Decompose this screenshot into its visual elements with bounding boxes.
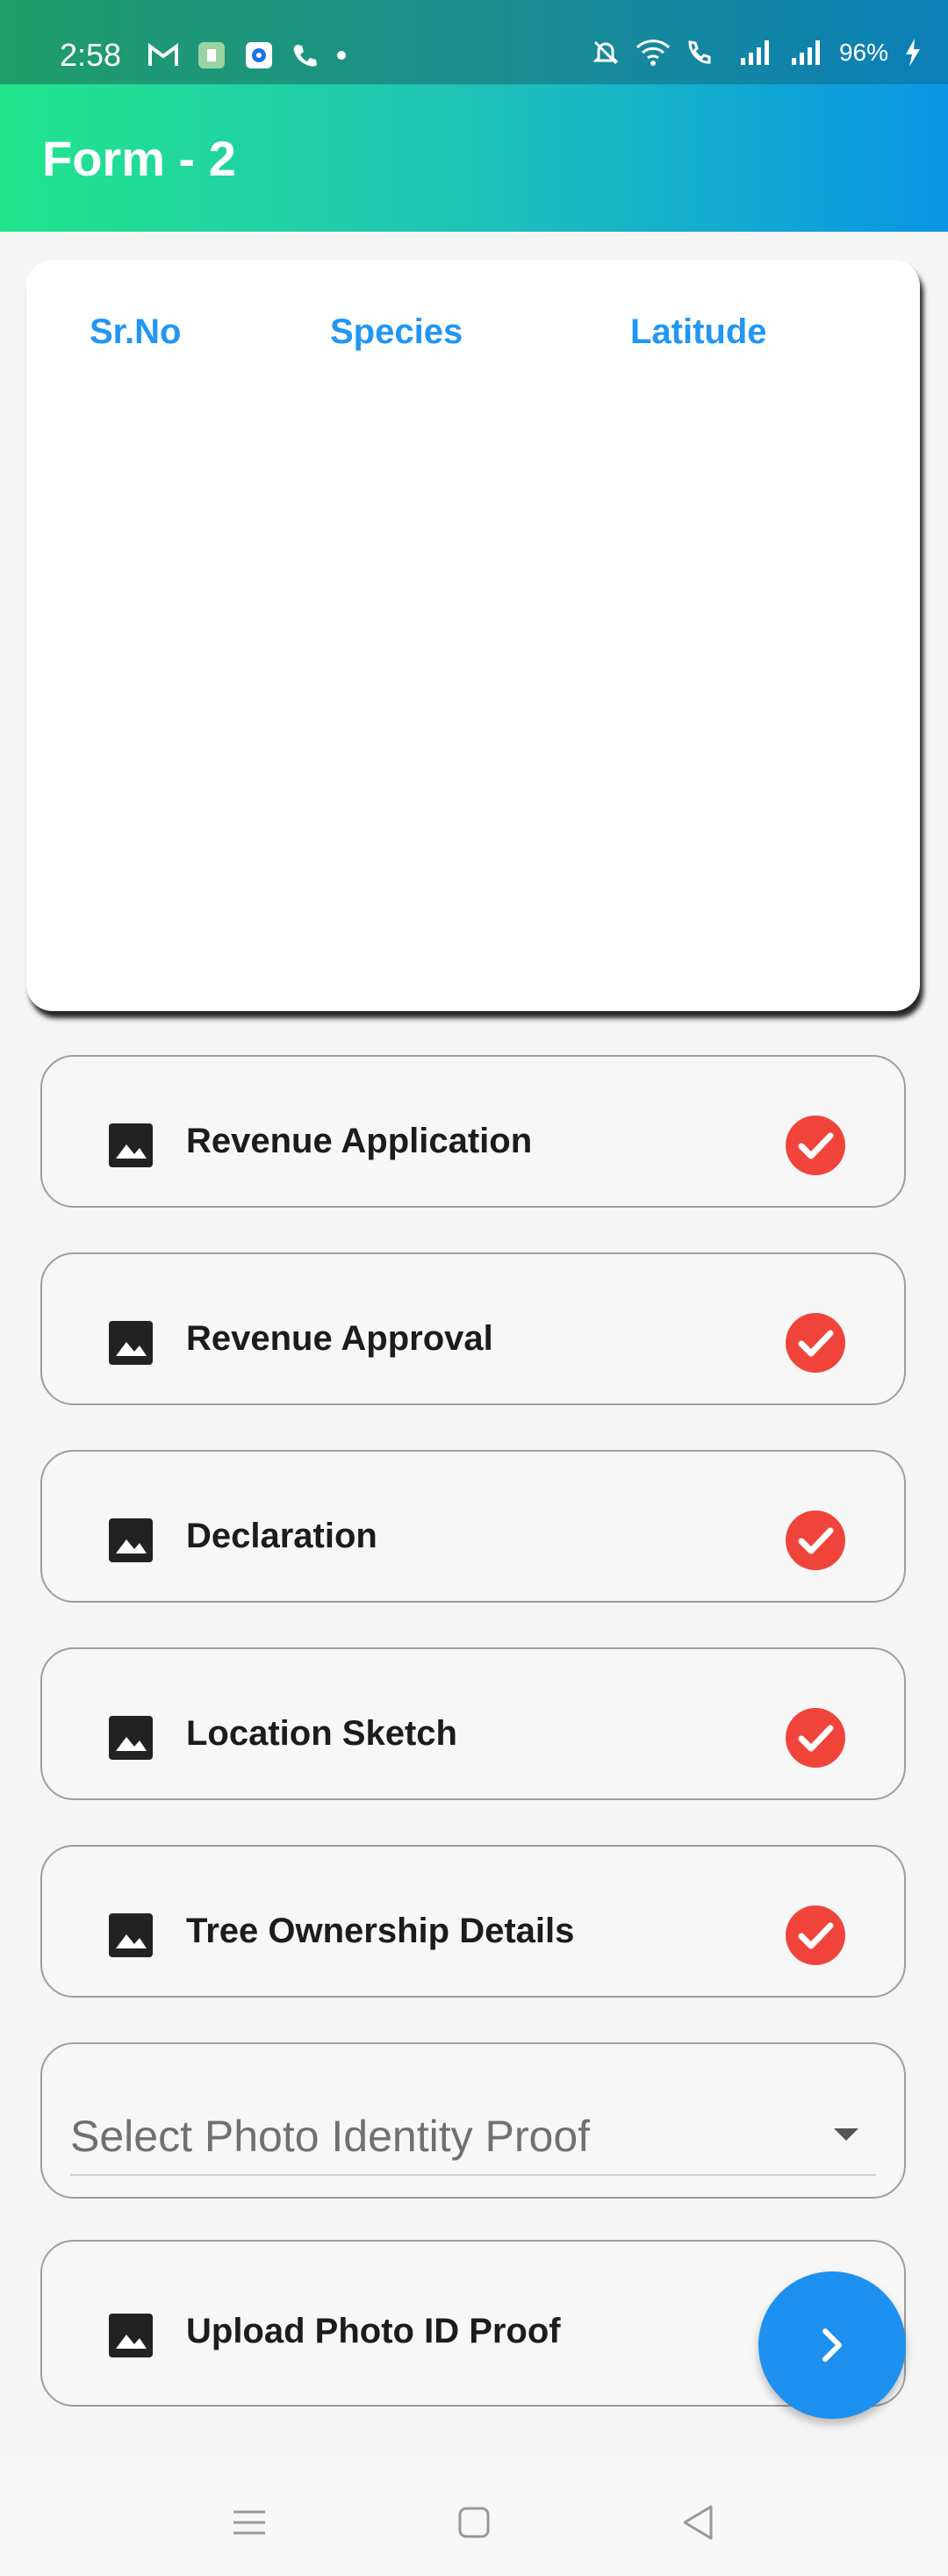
column-header-sr-no: Sr.No (90, 312, 182, 351)
chevron-down-icon (834, 2128, 858, 2141)
notification-icons (147, 40, 348, 70)
column-header-latitude: Latitude (630, 312, 767, 351)
gmail-icon (148, 43, 178, 66)
status-bar: 2:58 96% (0, 0, 948, 84)
back-icon[interactable] (674, 2498, 723, 2547)
image-icon (109, 1518, 153, 1562)
chrome-like-icon (246, 42, 272, 68)
check-circle-icon (786, 1708, 845, 1768)
app-bar: Form - 2 (0, 84, 948, 232)
mute-icon (592, 40, 619, 65)
menu-icon[interactable] (225, 2498, 274, 2547)
species-table: Sr.No Species Latitude (26, 260, 920, 1011)
image-icon (109, 1321, 153, 1365)
phone-icon (293, 45, 317, 67)
column-header-species: Species (330, 312, 463, 351)
home-icon[interactable] (449, 2498, 499, 2547)
image-icon (109, 1123, 153, 1167)
chevron-right-icon (822, 2328, 842, 2362)
signal-icon (740, 40, 769, 65)
wifi-icon (636, 39, 670, 66)
battery-percent: 96% (838, 39, 888, 66)
check-circle-icon (786, 1510, 845, 1570)
next-button[interactable] (758, 2271, 906, 2419)
document-label: Upload Photo ID Proof (186, 2312, 561, 2350)
page-title: Form - 2 (42, 131, 236, 186)
dropdown-underline (70, 2174, 876, 2176)
photo-identity-proof-dropdown[interactable]: Select Photo Identity Proof (40, 2042, 906, 2199)
signal-icon (791, 40, 820, 65)
tree-ownership-details-upload[interactable]: Tree Ownership Details (40, 1845, 906, 1998)
system-nav-bar (0, 2463, 948, 2576)
charging-icon (906, 39, 920, 67)
check-circle-icon (786, 1116, 845, 1175)
document-label: Declaration (186, 1517, 377, 1555)
document-label: Revenue Application (186, 1122, 533, 1160)
image-icon (109, 1716, 153, 1760)
document-label: Location Sketch (186, 1714, 457, 1753)
declaration-upload[interactable]: Declaration (40, 1450, 906, 1603)
image-icon (109, 1913, 153, 1957)
revenue-application-upload[interactable]: Revenue Application (40, 1055, 906, 1208)
document-label: Revenue Approval (186, 1319, 493, 1358)
status-time: 2:58 (60, 37, 122, 73)
dropdown-placeholder: Select Photo Identity Proof (70, 2112, 591, 2161)
wifi-calling-icon (688, 40, 711, 64)
image-icon (109, 2314, 153, 2357)
system-icons: 96% (592, 39, 922, 67)
dot-icon (337, 51, 346, 60)
check-circle-icon (786, 1313, 845, 1373)
document-label: Tree Ownership Details (186, 1912, 575, 1950)
revenue-approval-upload[interactable]: Revenue Approval (40, 1252, 906, 1405)
location-sketch-upload[interactable]: Location Sketch (40, 1647, 906, 1800)
check-circle-icon (786, 1905, 845, 1965)
app-icon (198, 42, 225, 68)
